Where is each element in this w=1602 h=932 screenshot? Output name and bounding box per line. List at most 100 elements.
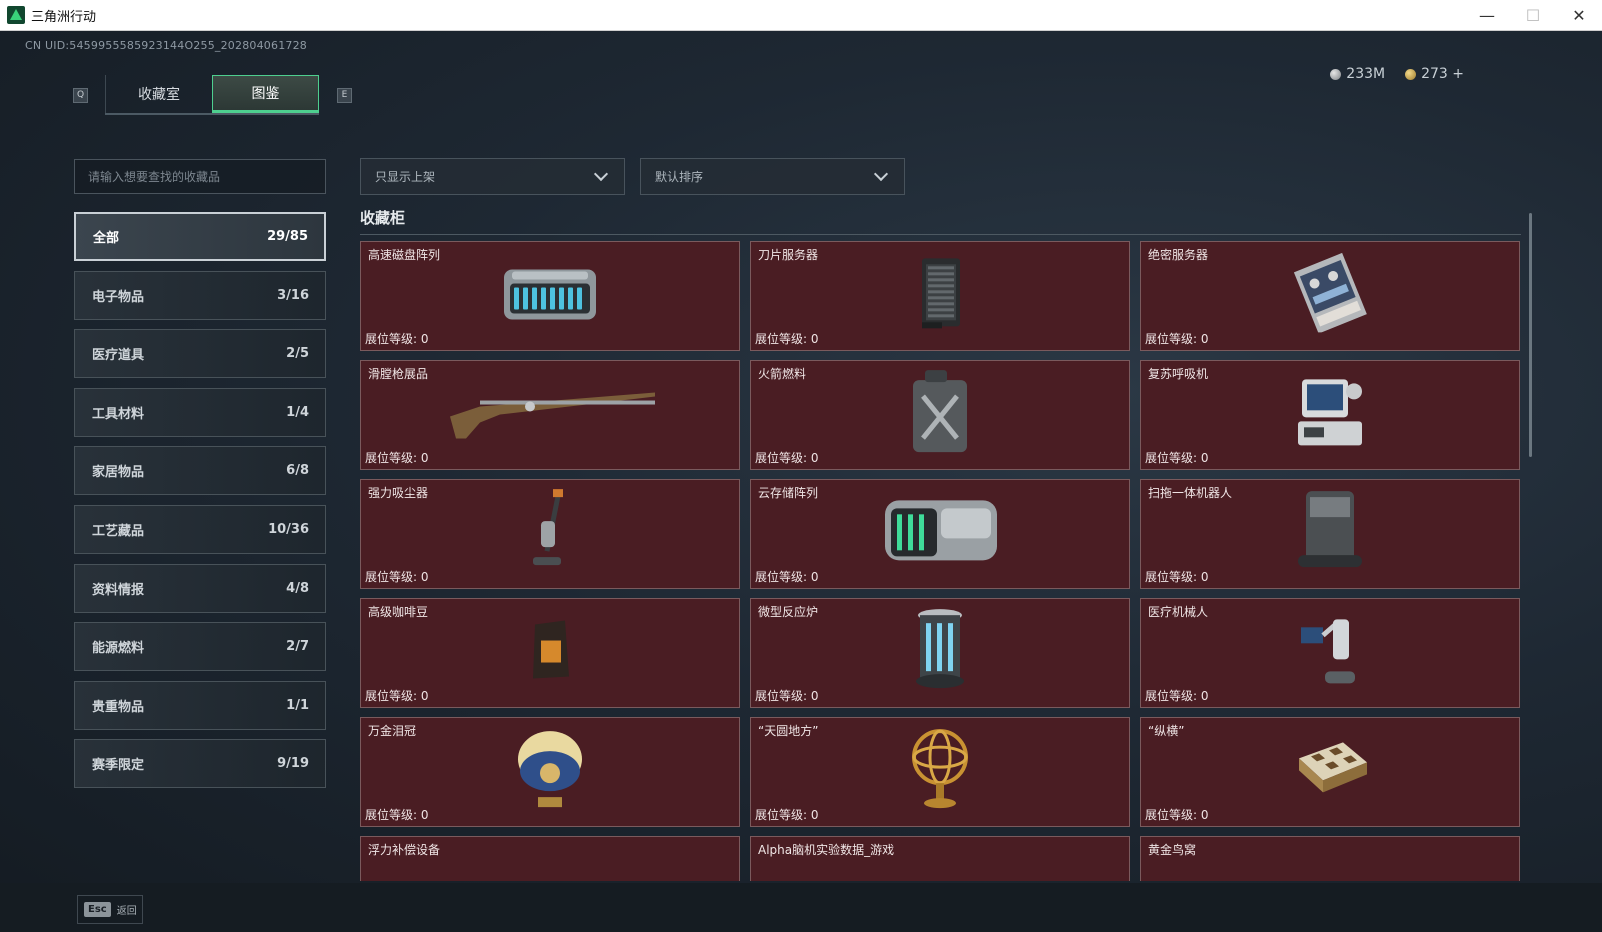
gold-currency[interactable]: 273 + <box>1405 66 1464 82</box>
collection-card[interactable]: 黄金鸟窝展位等级: 0 <box>1140 836 1520 881</box>
category-item[interactable]: 工艺藏品 10/36 <box>74 504 326 554</box>
card-name: 高级咖啡豆 <box>368 605 429 619</box>
card-name: 浮力补偿设备 <box>368 843 441 857</box>
card-level: 展位等级: 0 <box>755 570 819 584</box>
card-name: 复苏呼吸机 <box>1148 367 1209 381</box>
silver-amount: 233M <box>1346 66 1386 82</box>
section-divider <box>360 234 1521 235</box>
collection-card[interactable]: 绝密服务器 展位等级: 0 <box>1140 241 1520 351</box>
category-count: 4/8 <box>286 580 309 596</box>
category-item[interactable]: 家居物品 6/8 <box>74 446 326 496</box>
collection-card[interactable]: 火箭燃料 展位等级: 0 <box>750 360 1130 470</box>
card-level: 展位等级: 0 <box>1145 570 1209 584</box>
window-titlebar: 三角洲行动 — ☐ ✕ <box>0 0 1602 31</box>
back-button[interactable]: Esc 返回 <box>77 895 143 924</box>
q-key-hint[interactable]: Q <box>73 87 88 103</box>
card-level: 展位等级: 0 <box>755 451 819 465</box>
collection-card[interactable]: “天圆地方” 展位等级: 0 <box>750 717 1130 827</box>
maximize-icon[interactable]: ☐ <box>1510 0 1556 31</box>
app-logo-icon <box>7 6 25 24</box>
category-item[interactable]: 医疗道具 2/5 <box>74 329 326 379</box>
musket-icon <box>440 377 660 451</box>
collection-card[interactable]: 高级咖啡豆展位等级: 0 <box>360 598 740 708</box>
disk-array-icon <box>498 258 602 332</box>
robot-vacuum-icon <box>1290 485 1370 579</box>
sort-dropdown[interactable]: 默认排序 <box>640 158 905 195</box>
card-level: 展位等级: 0 <box>755 808 819 822</box>
card-level: 展位等级: 0 <box>365 451 429 465</box>
shelf-filter-dropdown[interactable]: 只显示上架 <box>360 158 625 195</box>
category-label: 工具材料 <box>92 406 145 422</box>
item-grid: 高速磁盘阵列 展位等级: 0 刀片服务器 展位等级: 0 绝密服务器 展位等级: 0 滑膛枪… <box>360 241 1521 881</box>
card-level: 展位等级: 0 <box>1145 332 1209 346</box>
card-name: 扫拖一体机器人 <box>1148 486 1233 500</box>
bottom-bar: Esc 返回 <box>0 883 1602 932</box>
medical-robot-icon <box>1295 609 1365 693</box>
tab-bar: Q 收藏室 图鉴 E <box>73 75 352 115</box>
card-name: 黄金鸟窝 <box>1148 843 1197 857</box>
close-icon[interactable]: ✕ <box>1556 0 1602 31</box>
category-item[interactable]: 工具材料 1/4 <box>74 387 326 437</box>
category-label: 能源燃料 <box>92 641 145 657</box>
category-item[interactable]: 资料情报 4/8 <box>74 563 326 613</box>
collection-card[interactable]: 万金泪冠 展位等级: 0 <box>360 717 740 827</box>
back-label: 返回 <box>116 906 137 917</box>
window-controls: — ☐ ✕ <box>1464 0 1602 31</box>
collection-card[interactable]: 强力吸尘器展位等级: 0 <box>360 479 740 589</box>
collection-card[interactable]: 高速磁盘阵列 展位等级: 0 <box>360 241 740 351</box>
reactor-icon <box>908 605 972 697</box>
vacuum-icon <box>525 485 575 579</box>
card-level: 展位等级: 0 <box>1145 689 1209 703</box>
card-name: “纵横” <box>1148 724 1185 738</box>
card-level: 展位等级: 0 <box>755 332 819 346</box>
chevron-down-icon <box>593 166 609 181</box>
minimize-icon[interactable]: — <box>1464 0 1510 31</box>
collection-card[interactable]: 浮力补偿设备展位等级: 0 <box>360 836 740 881</box>
gold-amount: 273 + <box>1421 66 1464 82</box>
section-title: 收藏柜 <box>360 209 406 227</box>
category-count: 3/16 <box>277 287 309 303</box>
chess-box-icon <box>1285 728 1375 812</box>
collection-card[interactable]: “纵横” 展位等级: 0 <box>1140 717 1520 827</box>
shelf-filter-value: 只显示上架 <box>375 170 436 184</box>
search-input[interactable]: 请输入想要查找的收藏品 <box>74 159 326 194</box>
collection-card[interactable]: 微型反应炉 展位等级: 0 <box>750 598 1130 708</box>
category-count: 10/36 <box>268 521 309 537</box>
card-name: Alpha脑机实验数据_游戏 <box>758 843 895 857</box>
category-label: 全部 <box>93 231 120 246</box>
uid-text: CN UID:5459955585923144O255_202804061728 <box>25 39 307 52</box>
collection-card[interactable]: 滑膛枪展品 展位等级: 0 <box>360 360 740 470</box>
coffee-bag-icon <box>525 615 575 689</box>
e-key-hint[interactable]: E <box>337 87 352 103</box>
card-name: 强力吸尘器 <box>368 486 429 500</box>
category-item[interactable]: 贵重物品 1/1 <box>74 680 326 730</box>
category-item[interactable]: 能源燃料 2/7 <box>74 622 326 672</box>
category-label: 工艺藏品 <box>92 523 145 539</box>
cloud-storage-icon <box>875 490 1005 574</box>
category-count: 1/1 <box>286 697 309 713</box>
currency-bar: 233M 273 + <box>1330 66 1464 82</box>
category-label: 资料情报 <box>92 582 145 598</box>
category-count: 1/4 <box>286 404 309 420</box>
collection-card[interactable]: 云存储阵列 展位等级: 0 <box>750 479 1130 589</box>
gold-coin-icon <box>1405 68 1417 80</box>
tab-catalog[interactable]: 图鉴 <box>212 75 319 113</box>
collection-card[interactable]: 医疗机械人展位等级: 0 <box>1140 598 1520 708</box>
collection-card[interactable]: 复苏呼吸机展位等级: 0 <box>1140 360 1520 470</box>
collection-card[interactable]: Alpha脑机实验数据_游戏展位等级: 0 <box>750 836 1130 881</box>
card-name: 医疗机械人 <box>1148 605 1209 619</box>
card-level: 展位等级: 0 <box>365 570 429 584</box>
scrollbar[interactable] <box>1529 213 1532 457</box>
collection-card[interactable]: 扫拖一体机器人 展位等级: 0 <box>1140 479 1520 589</box>
armillary-sphere-icon <box>905 723 975 817</box>
chevron-down-icon <box>873 166 889 181</box>
sort-value: 默认排序 <box>655 170 704 184</box>
card-level: 展位等级: 0 <box>1145 451 1209 465</box>
category-item[interactable]: 电子物品 3/16 <box>74 270 326 320</box>
category-item[interactable]: 全部 29/85 <box>74 212 326 261</box>
collection-card[interactable]: 刀片服务器 展位等级: 0 <box>750 241 1130 351</box>
category-item[interactable]: 赛季限定 9/19 <box>74 739 326 789</box>
card-level: 展位等级: 0 <box>365 689 429 703</box>
tab-collection-room[interactable]: 收藏室 <box>105 75 212 113</box>
category-count: 2/5 <box>286 346 309 362</box>
